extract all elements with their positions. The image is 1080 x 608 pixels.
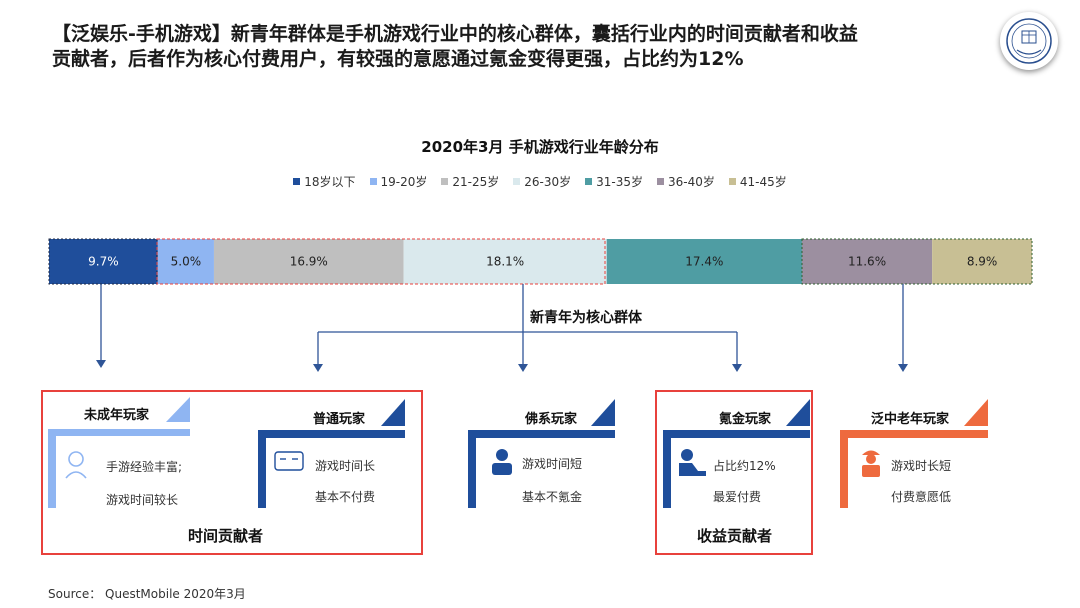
card-title-casual: 佛系玩家 [525,412,578,427]
flow-connectors [100,284,904,364]
source-note: Source： QuestMobile 2020年3月 [48,587,246,601]
bar-value-label: 11.6% [848,255,886,269]
elder-icon [862,450,880,477]
card-line: 游戏时间较长 [106,493,179,507]
card-title-regular: 普通玩家 [313,412,366,427]
card-title-minor: 未成年玩家 [84,408,150,423]
card-line: 手游经验丰富; [106,460,183,474]
card-line: 付费意愿低 [891,490,952,504]
card-title-elder: 泛中老年玩家 [871,412,950,427]
revenue-contributors-label: 收益贡献者 [697,527,773,545]
time-contributors-label: 时间贡献者 [188,527,264,545]
card-line: 占比约12% [713,459,776,473]
bar-value-label: 16.9% [290,255,328,269]
bar-value-label: 8.9% [967,255,998,269]
card-corner-casual [591,399,615,426]
card-line: 游戏时间长 [315,459,376,473]
card-line: 基本不氪金 [522,490,583,504]
bar-value-label: 18.1% [486,255,524,269]
arrow-heads [96,360,908,372]
card-corner-elder [964,399,988,426]
bar-value-label: 17.4% [685,255,723,269]
core-group-label: 新青年为核心群体 [530,310,642,326]
person-icon [492,449,512,475]
card-title-paying: 氪金玩家 [719,412,772,427]
card-line: 最爱付费 [713,490,762,504]
card-line: 游戏时长短 [891,459,952,473]
card-line: 基本不付费 [315,490,376,504]
bar-value-label: 5.0% [171,255,202,269]
card-line: 游戏时间短 [522,457,583,471]
bar-value-label: 9.7% [88,255,119,269]
